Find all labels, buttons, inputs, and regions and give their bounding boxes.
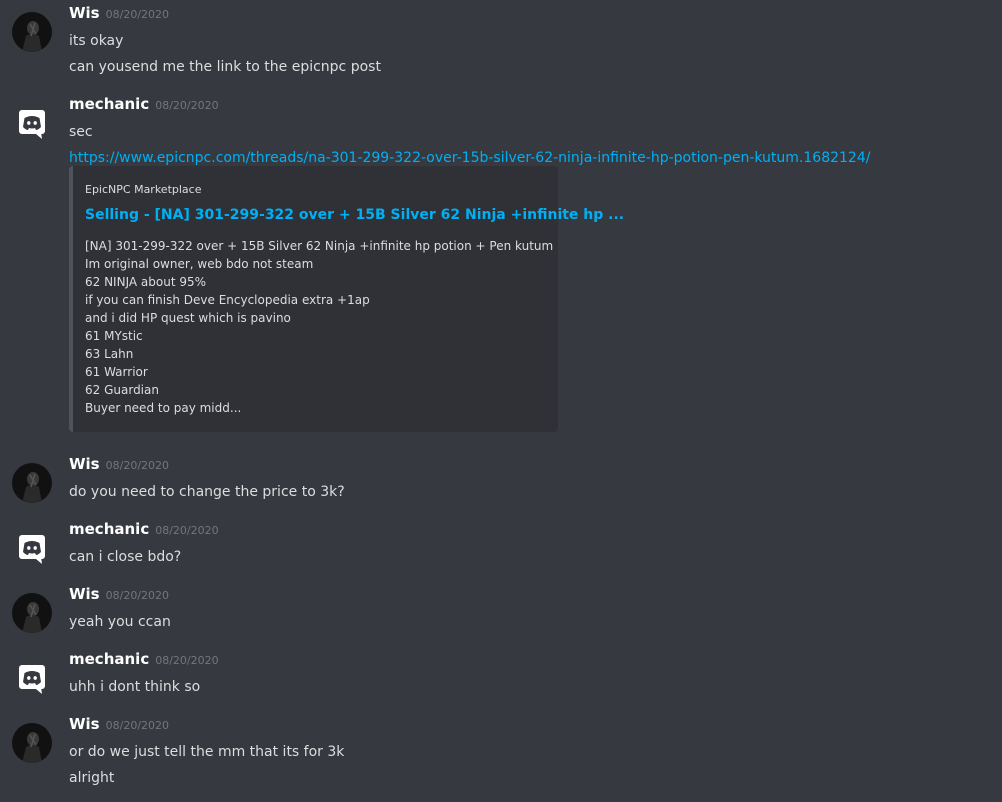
user-avatar-icon[interactable] [12,463,52,503]
message-text: can i close bdo? [69,549,182,565]
timestamp: 08/20/2020 [155,524,219,537]
message-text: can yousend me the link to the epicnpc p… [69,59,381,75]
embed-provider[interactable]: EpicNPC Marketplace [85,183,201,196]
message-text: alright [69,770,115,786]
discord-logo-icon[interactable] [12,528,52,568]
thread-link[interactable]: https://www.epicnpc.com/threads/na-301-2… [69,150,870,166]
discord-logo-icon[interactable] [12,103,52,143]
timestamp: 08/20/2020 [155,99,219,112]
timestamp: 08/20/2020 [105,719,170,732]
message-header: mechanic 08/20/2020 [69,519,219,538]
username[interactable]: mechanic [69,650,149,668]
message-header: Wis 08/20/2020 [69,714,169,733]
user-avatar-icon[interactable] [12,12,52,52]
message-text: yeah you ccan [69,614,171,630]
embed-description-line: 62 NINJA about 95% [85,275,207,289]
username[interactable]: Wis [69,4,100,22]
embed-description-line: Buyer need to pay midd... [85,401,242,415]
message-link-line: https://www.epicnpc.com/threads/na-301-2… [69,150,870,166]
message-text: or do we just tell the mm that its for 3… [69,744,345,760]
discord-logo-icon[interactable] [12,658,52,698]
embed-description-line: 61 Warrior [85,365,148,379]
message-header: Wis 08/20/2020 [69,584,169,603]
username[interactable]: Wis [69,585,100,603]
message-header: Wis 08/20/2020 [69,454,169,473]
embed-description: [NA] 301-299-322 over + 15B Silver 62 Ni… [85,237,553,417]
message-text: its okay [69,33,124,49]
timestamp: 08/20/2020 [105,459,170,472]
timestamp: 08/20/2020 [155,654,219,667]
embed-description-line: and i did HP quest which is pavino [85,311,291,325]
timestamp: 08/20/2020 [105,589,170,602]
embed-title[interactable]: Selling - [NA] 301-299-322 over + 15B Si… [85,207,624,223]
username[interactable]: mechanic [69,95,149,113]
embed-description-line: 62 Guardian [85,383,159,397]
message-header: mechanic 08/20/2020 [69,649,219,668]
username[interactable]: Wis [69,715,100,733]
message-text: uhh i dont think so [69,679,201,695]
username[interactable]: mechanic [69,520,149,538]
chat-messages: Wis 08/20/2020 its okay can yousend me th… [0,0,1002,802]
link-embed: EpicNPC Marketplace Selling - [NA] 301-2… [69,166,624,432]
message-text: do you need to change the price to 3k? [69,484,345,500]
username[interactable]: Wis [69,455,100,473]
embed-description-line: if you can finish Deve Encyclopedia extr… [85,293,370,307]
embed-description-line: 61 MYstic [85,329,143,343]
embed-description-line: [NA] 301-299-322 over + 15B Silver 62 Ni… [85,239,554,253]
embed-description-line: Im original owner, web bdo not steam [85,257,314,271]
message-header: Wis 08/20/2020 [69,3,169,22]
embed-description-line: 63 Lahn [85,347,134,361]
timestamp: 08/20/2020 [105,8,170,21]
user-avatar-icon[interactable] [12,723,52,763]
message-header: mechanic 08/20/2020 [69,94,219,113]
message-text: sec [69,124,93,140]
user-avatar-icon[interactable] [12,593,52,633]
